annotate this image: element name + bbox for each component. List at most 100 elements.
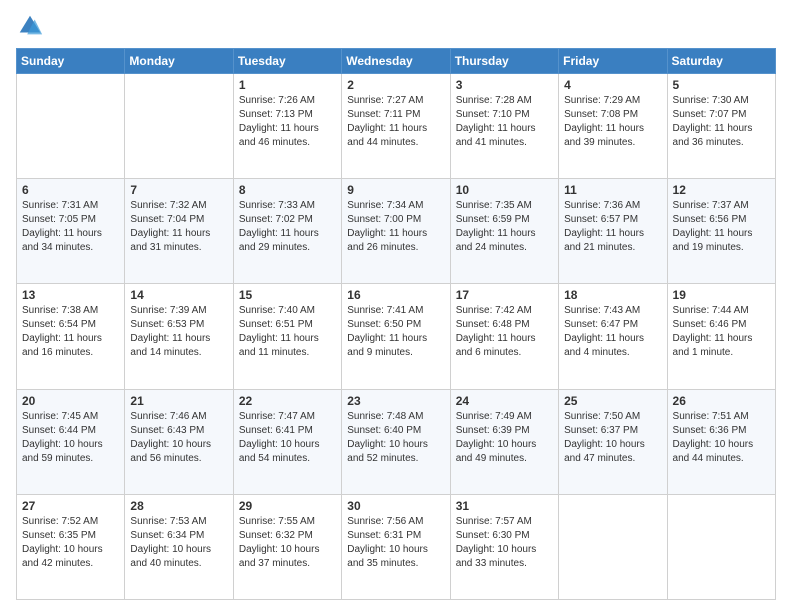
calendar-cell: 21 Sunrise: 7:46 AMSunset: 6:43 PMDayligh… — [125, 389, 233, 494]
cell-info: Sunrise: 7:32 AMSunset: 7:04 PMDaylight:… — [130, 200, 210, 253]
weekday-header-wednesday: Wednesday — [342, 49, 450, 74]
calendar-cell: 10 Sunrise: 7:35 AMSunset: 6:59 PMDayligh… — [450, 179, 558, 284]
calendar-cell — [667, 494, 775, 599]
weekday-header-thursday: Thursday — [450, 49, 558, 74]
weekday-header-tuesday: Tuesday — [233, 49, 341, 74]
day-number: 1 — [239, 78, 336, 92]
day-number: 16 — [347, 288, 444, 302]
calendar-cell: 30 Sunrise: 7:56 AMSunset: 6:31 PMDayligh… — [342, 494, 450, 599]
cell-info: Sunrise: 7:38 AMSunset: 6:54 PMDaylight:… — [22, 305, 102, 358]
calendar-cell: 17 Sunrise: 7:42 AMSunset: 6:48 PMDayligh… — [450, 284, 558, 389]
cell-info: Sunrise: 7:30 AMSunset: 7:07 PMDaylight:… — [673, 95, 753, 148]
day-number: 24 — [456, 394, 553, 408]
calendar-cell: 28 Sunrise: 7:53 AMSunset: 6:34 PMDayligh… — [125, 494, 233, 599]
cell-info: Sunrise: 7:42 AMSunset: 6:48 PMDaylight:… — [456, 305, 536, 358]
week-row-1: 6 Sunrise: 7:31 AMSunset: 7:05 PMDaylight… — [17, 179, 776, 284]
cell-info: Sunrise: 7:35 AMSunset: 6:59 PMDaylight:… — [456, 200, 536, 253]
calendar-cell: 29 Sunrise: 7:55 AMSunset: 6:32 PMDayligh… — [233, 494, 341, 599]
cell-info: Sunrise: 7:37 AMSunset: 6:56 PMDaylight:… — [673, 200, 753, 253]
week-row-3: 20 Sunrise: 7:45 AMSunset: 6:44 PMDayligh… — [17, 389, 776, 494]
calendar-cell: 7 Sunrise: 7:32 AMSunset: 7:04 PMDaylight… — [125, 179, 233, 284]
day-number: 23 — [347, 394, 444, 408]
day-number: 26 — [673, 394, 770, 408]
cell-info: Sunrise: 7:47 AMSunset: 6:41 PMDaylight:… — [239, 411, 320, 464]
calendar-cell: 20 Sunrise: 7:45 AMSunset: 6:44 PMDayligh… — [17, 389, 125, 494]
day-number: 10 — [456, 183, 553, 197]
calendar-cell: 1 Sunrise: 7:26 AMSunset: 7:13 PMDaylight… — [233, 74, 341, 179]
day-number: 7 — [130, 183, 227, 197]
day-number: 9 — [347, 183, 444, 197]
day-number: 25 — [564, 394, 661, 408]
weekday-header-sunday: Sunday — [17, 49, 125, 74]
calendar-cell: 8 Sunrise: 7:33 AMSunset: 7:02 PMDaylight… — [233, 179, 341, 284]
calendar-cell: 15Sunrise: 7:40 AMSunset: 6:51 PMDayligh… — [233, 284, 341, 389]
day-number: 14 — [130, 288, 227, 302]
calendar-cell: 12 Sunrise: 7:37 AMSunset: 6:56 PMDayligh… — [667, 179, 775, 284]
cell-info: Sunrise: 7:27 AMSunset: 7:11 PMDaylight:… — [347, 95, 427, 148]
calendar-cell — [125, 74, 233, 179]
cell-info: Sunrise: 7:36 AMSunset: 6:57 PMDaylight:… — [564, 200, 644, 253]
calendar-cell: 23Sunrise: 7:48 AMSunset: 6:40 PMDayligh… — [342, 389, 450, 494]
day-number: 30 — [347, 499, 444, 513]
day-number: 3 — [456, 78, 553, 92]
cell-info: Sunrise: 7:53 AMSunset: 6:34 PMDaylight:… — [130, 516, 211, 569]
cell-info: Sunrise: 7:55 AMSunset: 6:32 PMDaylight:… — [239, 516, 320, 569]
weekday-header-monday: Monday — [125, 49, 233, 74]
day-number: 22 — [239, 394, 336, 408]
day-number: 31 — [456, 499, 553, 513]
day-number: 18 — [564, 288, 661, 302]
cell-info: Sunrise: 7:39 AMSunset: 6:53 PMDaylight:… — [130, 305, 210, 358]
week-row-4: 27 Sunrise: 7:52 AMSunset: 6:35 PMDayligh… — [17, 494, 776, 599]
calendar-cell: 9 Sunrise: 7:34 AMSunset: 7:00 PMDaylight… — [342, 179, 450, 284]
day-number: 13 — [22, 288, 119, 302]
calendar-cell: 13 Sunrise: 7:38 AMSunset: 6:54 PMDayligh… — [17, 284, 125, 389]
cell-info: Sunrise: 7:26 AMSunset: 7:13 PMDaylight:… — [239, 95, 319, 148]
cell-info: Sunrise: 7:52 AMSunset: 6:35 PMDaylight:… — [22, 516, 103, 569]
cell-info: Sunrise: 7:50 AMSunset: 6:37 PMDaylight:… — [564, 411, 645, 464]
cell-info: Sunrise: 7:43 AMSunset: 6:47 PMDaylight:… — [564, 305, 644, 358]
day-number: 21 — [130, 394, 227, 408]
week-row-0: 1 Sunrise: 7:26 AMSunset: 7:13 PMDaylight… — [17, 74, 776, 179]
cell-info: Sunrise: 7:51 AMSunset: 6:36 PMDaylight:… — [673, 411, 754, 464]
day-number: 5 — [673, 78, 770, 92]
day-number: 20 — [22, 394, 119, 408]
day-number: 29 — [239, 499, 336, 513]
header — [16, 12, 776, 40]
cell-info: Sunrise: 7:33 AMSunset: 7:02 PMDaylight:… — [239, 200, 319, 253]
day-number: 28 — [130, 499, 227, 513]
cell-info: Sunrise: 7:46 AMSunset: 6:43 PMDaylight:… — [130, 411, 211, 464]
calendar-cell: 31 Sunrise: 7:57 AMSunset: 6:30 PMDayligh… — [450, 494, 558, 599]
day-number: 6 — [22, 183, 119, 197]
logo — [16, 12, 48, 40]
weekday-header-friday: Friday — [559, 49, 667, 74]
page: SundayMondayTuesdayWednesdayThursdayFrid… — [0, 0, 792, 612]
day-number: 27 — [22, 499, 119, 513]
cell-info: Sunrise: 7:34 AMSunset: 7:00 PMDaylight:… — [347, 200, 427, 253]
calendar-cell: 27 Sunrise: 7:52 AMSunset: 6:35 PMDayligh… — [17, 494, 125, 599]
cell-info: Sunrise: 7:29 AMSunset: 7:08 PMDaylight:… — [564, 95, 644, 148]
day-number: 8 — [239, 183, 336, 197]
cell-info: Sunrise: 7:28 AMSunset: 7:10 PMDaylight:… — [456, 95, 536, 148]
cell-info: Sunrise: 7:45 AMSunset: 6:44 PMDaylight:… — [22, 411, 103, 464]
cell-info: Sunrise: 7:31 AMSunset: 7:05 PMDaylight:… — [22, 200, 102, 253]
calendar-cell: 3 Sunrise: 7:28 AMSunset: 7:10 PMDaylight… — [450, 74, 558, 179]
calendar-cell: 22 Sunrise: 7:47 AMSunset: 6:41 PMDayligh… — [233, 389, 341, 494]
calendar-cell: 19 Sunrise: 7:44 AMSunset: 6:46 PMDayligh… — [667, 284, 775, 389]
calendar-cell — [559, 494, 667, 599]
day-number: 17 — [456, 288, 553, 302]
weekday-header-saturday: Saturday — [667, 49, 775, 74]
cell-info: Sunrise: 7:41 AMSunset: 6:50 PMDaylight:… — [347, 305, 427, 358]
calendar-cell: 14 Sunrise: 7:39 AMSunset: 6:53 PMDayligh… — [125, 284, 233, 389]
calendar-cell: 11Sunrise: 7:36 AMSunset: 6:57 PMDayligh… — [559, 179, 667, 284]
day-number: 2 — [347, 78, 444, 92]
day-number: 19 — [673, 288, 770, 302]
cell-info: Sunrise: 7:57 AMSunset: 6:30 PMDaylight:… — [456, 516, 537, 569]
cell-info: Sunrise: 7:44 AMSunset: 6:46 PMDaylight:… — [673, 305, 753, 358]
day-number: 12 — [673, 183, 770, 197]
calendar-cell: 16 Sunrise: 7:41 AMSunset: 6:50 PMDayligh… — [342, 284, 450, 389]
calendar-cell: 26 Sunrise: 7:51 AMSunset: 6:36 PMDayligh… — [667, 389, 775, 494]
calendar-cell: 4 Sunrise: 7:29 AMSunset: 7:08 PMDaylight… — [559, 74, 667, 179]
calendar-cell: 5 Sunrise: 7:30 AMSunset: 7:07 PMDaylight… — [667, 74, 775, 179]
cell-info: Sunrise: 7:56 AMSunset: 6:31 PMDaylight:… — [347, 516, 428, 569]
day-number: 4 — [564, 78, 661, 92]
